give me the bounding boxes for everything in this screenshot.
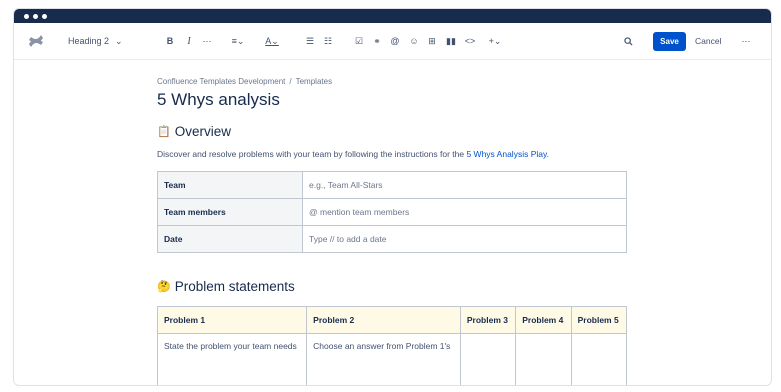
insert-plus-icon[interactable]: +⌄ — [484, 23, 506, 59]
search-icon[interactable] — [621, 23, 635, 59]
italic-icon[interactable]: I — [182, 23, 196, 59]
page-title[interactable]: 5 Whys analysis — [157, 90, 637, 110]
bold-icon[interactable]: B — [163, 23, 177, 59]
editor-window: Heading 2 ⌄ B I ⋯ ≡⌄ A⌄ ☰ ☷ ☑ ⚭ @ ☺ ⊞ ▮▮… — [13, 8, 772, 386]
breadcrumb-parent[interactable]: Templates — [296, 77, 332, 86]
alignment-icon[interactable]: ≡⌄ — [227, 23, 249, 59]
table-cell[interactable]: Choose an answer from Problem 1's — [306, 333, 461, 385]
chevron-down-icon: ⌄ — [115, 35, 123, 46]
column-header[interactable]: Problem 2 — [306, 306, 461, 334]
table-cell[interactable] — [570, 333, 628, 385]
save-button[interactable]: Save — [653, 32, 686, 51]
clipboard-icon: 📋 — [157, 126, 171, 138]
editor-toolbar: Heading 2 ⌄ B I ⋯ ≡⌄ A⌄ ☰ ☷ ☑ ⚭ @ ☺ ⊞ ▮▮… — [14, 23, 771, 60]
table-cell[interactable] — [459, 333, 517, 385]
column-header[interactable]: Problem 4 — [515, 306, 572, 334]
numbered-list-icon[interactable]: ☷ — [321, 23, 335, 59]
team-field[interactable]: e.g., Team All-Stars — [302, 171, 627, 199]
text-style-dropdown[interactable]: Heading 2 ⌄ — [68, 23, 123, 59]
task-checkbox-icon[interactable]: ☑ — [352, 23, 366, 59]
breadcrumb-space[interactable]: Confluence Templates Development — [157, 77, 285, 86]
layouts-icon[interactable]: ▮▮ — [444, 23, 458, 59]
mention-icon[interactable]: @ — [388, 23, 402, 59]
play-link[interactable]: 5 Whys Analysis Play — [466, 149, 546, 159]
column-header[interactable]: Problem 5 — [570, 306, 628, 334]
thinking-face-icon: 🤔 — [157, 281, 171, 293]
table-key-cell[interactable]: Team — [157, 171, 303, 199]
table-cell[interactable]: State the problem your team needs — [156, 333, 308, 385]
link-icon[interactable]: ⚭ — [370, 23, 384, 59]
breadcrumb-separator: / — [289, 77, 292, 86]
overview-heading[interactable]: 📋 Overview — [157, 124, 637, 139]
window-dot — [24, 13, 29, 19]
window-chrome — [14, 9, 771, 23]
emoji-icon[interactable]: ☺ — [407, 23, 421, 59]
text-color-icon[interactable]: A⌄ — [261, 23, 283, 59]
problems-heading[interactable]: 🤔 Problem statements — [157, 279, 637, 294]
cancel-button[interactable]: Cancel — [695, 23, 721, 59]
confluence-logo-icon[interactable] — [26, 23, 46, 59]
problems-heading-text: Problem statements — [174, 279, 295, 294]
table-cell[interactable] — [515, 333, 572, 385]
table-row: Date Type // to add a date — [157, 225, 627, 253]
breadcrumb: Confluence Templates Development / Templat… — [157, 77, 637, 86]
more-formatting-icon[interactable]: ⋯ — [200, 23, 214, 59]
window-dot — [33, 13, 38, 19]
more-options-icon[interactable]: ⋯ — [739, 23, 753, 59]
overview-heading-text: Overview — [174, 124, 231, 139]
table-header-row: Problem 1 Problem 2 Problem 3 Problem 4 … — [156, 306, 628, 334]
table-key-cell[interactable]: Team members — [157, 198, 303, 226]
table-key-cell[interactable]: Date — [157, 225, 303, 253]
table-icon[interactable]: ⊞ — [425, 23, 439, 59]
problems-table: Problem 1 Problem 2 Problem 3 Problem 4 … — [156, 306, 628, 385]
window-dot — [42, 13, 47, 19]
info-table: Team e.g., Team All-Stars Team members @… — [157, 171, 627, 253]
date-field[interactable]: Type // to add a date — [302, 225, 627, 253]
table-row: Team e.g., Team All-Stars — [157, 171, 627, 199]
table-row: Team members @ mention team members — [157, 198, 627, 226]
page-content: Confluence Templates Development / Templat… — [156, 67, 637, 385]
overview-description[interactable]: Discover and resolve problems with your … — [157, 149, 637, 159]
description-text: Discover and resolve problems with your … — [157, 149, 467, 159]
code-icon[interactable]: <> — [463, 23, 477, 59]
bullet-list-icon[interactable]: ☰ — [303, 23, 317, 59]
column-header[interactable]: Problem 3 — [459, 306, 517, 334]
column-header[interactable]: Problem 1 — [156, 306, 308, 334]
text-style-label: Heading 2 — [68, 36, 110, 46]
team-members-field[interactable]: @ mention team members — [302, 198, 627, 226]
table-row: State the problem your team needs Choose… — [156, 333, 628, 385]
description-suffix: . — [546, 149, 549, 159]
